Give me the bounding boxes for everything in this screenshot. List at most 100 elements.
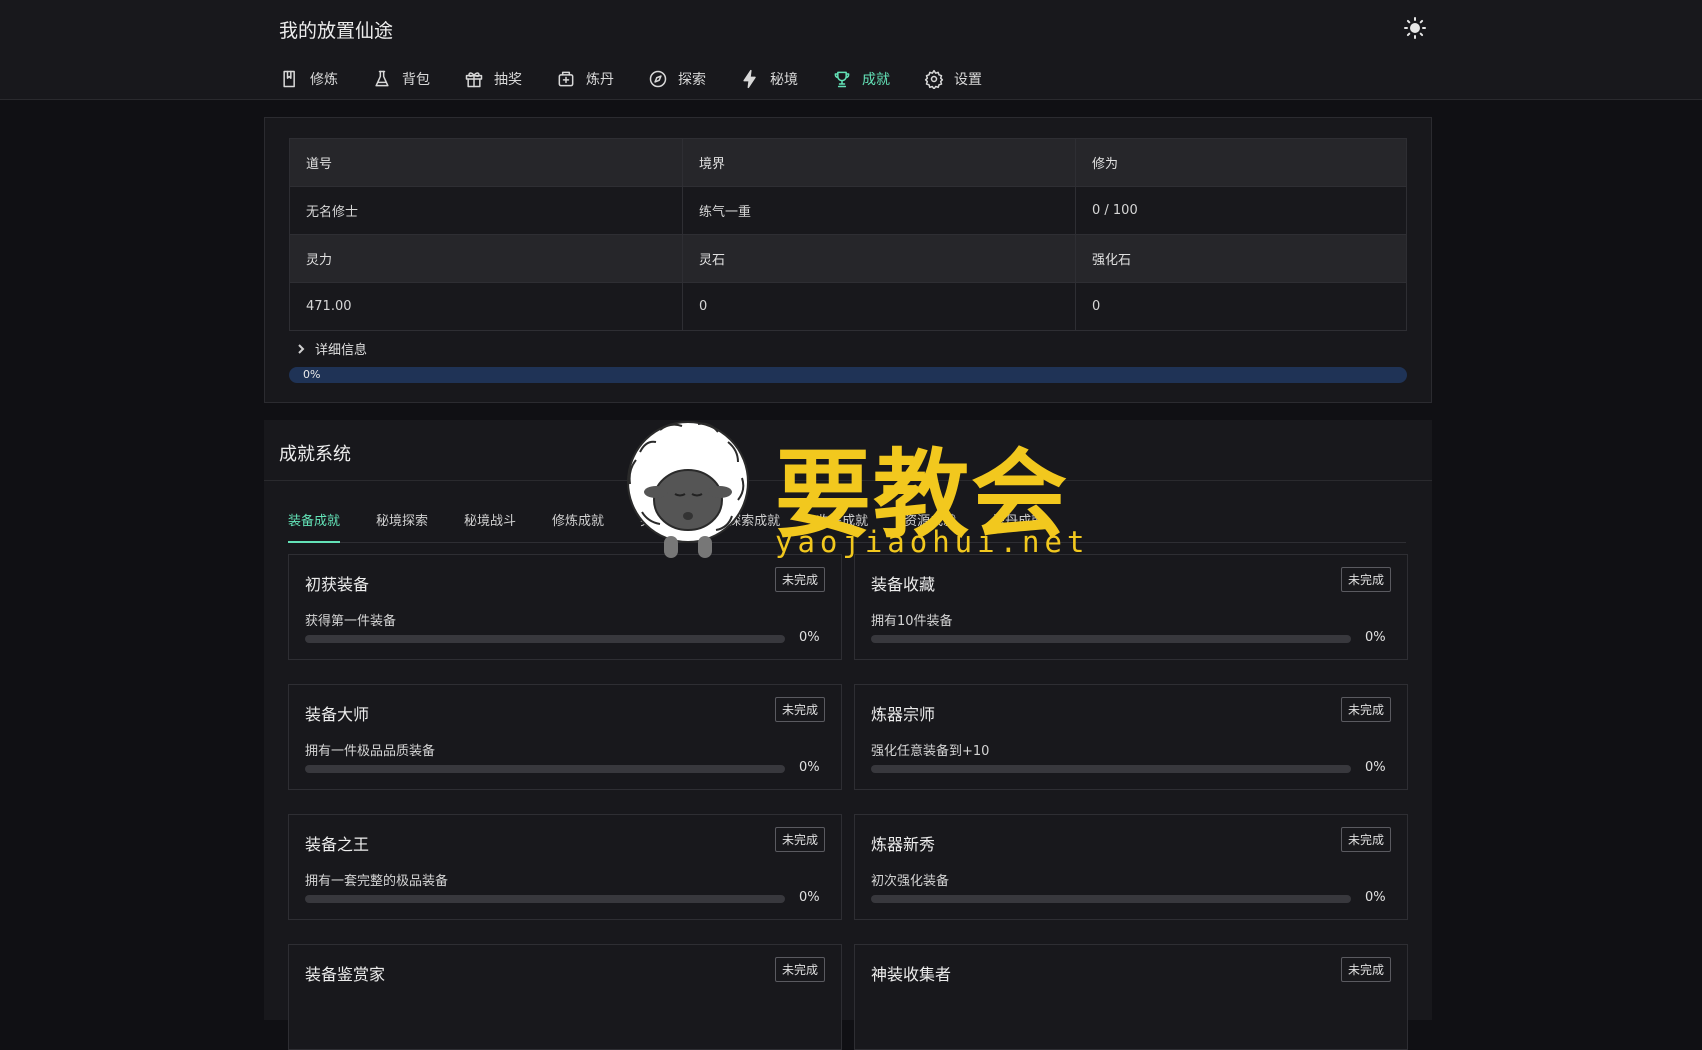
book-icon — [283, 70, 295, 88]
cultivation-progress-bar: 0% — [289, 367, 1407, 383]
achievement-card: 装备大师 未完成 拥有一件极品品质装备 0% — [288, 684, 842, 790]
achievement-description: 拥有一套完整的极品装备 — [305, 874, 449, 889]
nav-label: 秘境 — [770, 72, 798, 88]
table-cell: 无名修士 — [289, 186, 683, 235]
table-header-cell: 灵石 — [682, 234, 1076, 283]
nav-item-settings[interactable]: 设置 — [924, 66, 982, 92]
nav-label: 背包 — [402, 72, 430, 88]
achievement-name: 装备收藏 — [871, 575, 936, 594]
achievement-card: 炼器新秀 未完成 初次强化装备 0% — [854, 814, 1408, 920]
achievement-description: 强化任意装备到+10 — [871, 744, 990, 759]
nav-item-alchemy[interactable]: 炼丹 — [556, 66, 614, 92]
table-row: 471.00 0 0 — [289, 282, 1407, 331]
theme-toggle-sun-icon[interactable] — [1403, 16, 1427, 40]
nav-label: 探索 — [678, 72, 706, 88]
achievement-percent: 0% — [1365, 760, 1386, 775]
app-title: 我的放置仙途 — [279, 20, 394, 42]
achievement-description: 拥有10件装备 — [871, 614, 953, 629]
flask-icon — [375, 70, 389, 87]
details-toggle[interactable]: 详细信息 — [295, 339, 367, 358]
tab-equipment[interactable]: 装备成就 — [288, 510, 341, 543]
nav-label: 修炼 — [310, 72, 338, 88]
nav-label: 设置 — [954, 72, 982, 88]
tab-breakthrough[interactable]: 突破成就 — [640, 510, 692, 542]
achievement-system: 成就系统 装备成就 秘境探索 秘境战斗 修炼成就 突破成就 探索成就 收集成就 … — [264, 420, 1432, 1050]
table-row: 灵力 灵石 强化石 — [289, 234, 1407, 283]
achievement-title: 成就系统 — [279, 444, 351, 465]
achievement-progress-bar — [871, 635, 1351, 643]
table-row: 无名修士 练气一重 0 / 100 — [289, 186, 1407, 235]
achievement-name: 装备鉴赏家 — [305, 965, 386, 984]
achievement-percent: 0% — [1365, 630, 1386, 645]
top-bar: 我的放置仙途 修炼 背包 抽奖 炼丹 探索 秘境 成就 设置 — [0, 0, 1702, 100]
gift-icon — [465, 72, 483, 88]
tab-exploration[interactable]: 探索成就 — [728, 510, 780, 542]
achievement-card: 装备鉴赏家 未完成 — [288, 944, 842, 1050]
nav-item-bag[interactable]: 背包 — [372, 66, 430, 92]
table-cell: 471.00 — [289, 282, 683, 331]
achievement-card: 神装收集者 未完成 — [854, 944, 1408, 1050]
achievement-tabs: 装备成就 秘境探索 秘境战斗 修炼成就 突破成就 探索成就 收集成就 资源成就 … — [288, 510, 1406, 543]
nav-item-lottery[interactable]: 抽奖 — [464, 66, 522, 92]
table-header-cell: 境界 — [682, 138, 1076, 187]
nav-label: 成就 — [862, 72, 890, 88]
table-cell: 0 — [682, 282, 1076, 331]
achievement-card: 装备收藏 未完成 拥有10件装备 0% — [854, 554, 1408, 660]
table-cell: 练气一重 — [682, 186, 1076, 235]
lightning-icon — [743, 69, 756, 89]
status-badge: 未完成 — [774, 827, 825, 852]
cauldron-icon — [558, 71, 574, 87]
trophy-icon — [834, 71, 850, 88]
tab-alchemy[interactable]: 炼丹成就 — [992, 510, 1044, 542]
status-badge: 未完成 — [1340, 827, 1391, 852]
nav-item-explore[interactable]: 探索 — [648, 66, 706, 92]
achievement-progress-bar — [871, 895, 1351, 903]
status-badge: 未完成 — [774, 567, 825, 592]
achievement-card: 初获装备 未完成 获得第一件装备 0% — [288, 554, 842, 660]
nav-item-achievements[interactable]: 成就 — [832, 66, 890, 92]
achievement-description: 初次强化装备 — [871, 874, 950, 889]
compass-icon — [649, 70, 667, 88]
tab-cultivation[interactable]: 修炼成就 — [552, 510, 604, 542]
main-nav: 修炼 背包 抽奖 炼丹 探索 秘境 成就 设置 — [280, 66, 1016, 92]
table-header-cell: 强化石 — [1075, 234, 1407, 283]
tab-collection[interactable]: 收集成就 — [816, 510, 868, 542]
achievement-name: 炼器宗师 — [871, 705, 936, 724]
achievement-name: 神装收集者 — [871, 965, 952, 984]
nav-item-cultivate[interactable]: 修炼 — [280, 66, 338, 92]
nav-item-secret-realm[interactable]: 秘境 — [740, 66, 798, 92]
achievement-header: 成就系统 — [264, 420, 1432, 481]
tab-realm-explore[interactable]: 秘境探索 — [376, 510, 428, 542]
player-stats-panel: 道号 境界 修为 无名修士 练气一重 0 / 100 灵力 灵石 强化石 471… — [264, 117, 1432, 403]
tab-realm-battle[interactable]: 秘境战斗 — [464, 510, 516, 542]
status-badge: 未完成 — [1340, 697, 1391, 722]
achievement-card: 炼器宗师 未完成 强化任意装备到+10 0% — [854, 684, 1408, 790]
achievement-percent: 0% — [799, 890, 820, 905]
achievement-name: 炼器新秀 — [871, 835, 936, 854]
details-label: 详细信息 — [315, 343, 368, 358]
status-badge: 未完成 — [1340, 567, 1391, 592]
achievement-progress-bar — [871, 765, 1351, 773]
achievement-card: 装备之王 未完成 拥有一套完整的极品装备 0% — [288, 814, 842, 920]
achievement-percent: 0% — [799, 760, 820, 775]
table-header-cell: 灵力 — [289, 234, 683, 283]
achievement-name: 装备之王 — [305, 835, 370, 854]
progress-text: 0% — [303, 368, 321, 381]
achievement-name: 初获装备 — [305, 575, 370, 594]
table-cell: 0 — [1075, 282, 1407, 331]
achievement-progress-bar — [305, 765, 785, 773]
table-cell: 0 / 100 — [1075, 186, 1407, 235]
nav-label: 抽奖 — [494, 72, 522, 88]
status-badge: 未完成 — [774, 957, 825, 982]
chevron-right-icon — [298, 343, 305, 354]
nav-label: 炼丹 — [586, 72, 614, 88]
achievement-description: 拥有一件极品品质装备 — [305, 744, 436, 759]
player-stats-table: 道号 境界 修为 无名修士 练气一重 0 / 100 灵力 灵石 强化石 471… — [289, 138, 1407, 331]
tab-resources[interactable]: 资源成就 — [904, 510, 956, 542]
achievement-percent: 0% — [1365, 890, 1386, 905]
achievement-description: 获得第一件装备 — [305, 614, 397, 629]
gear-icon — [924, 69, 944, 89]
table-header-cell: 修为 — [1075, 138, 1407, 187]
table-row: 道号 境界 修为 — [289, 138, 1407, 187]
achievement-name: 装备大师 — [305, 705, 370, 724]
